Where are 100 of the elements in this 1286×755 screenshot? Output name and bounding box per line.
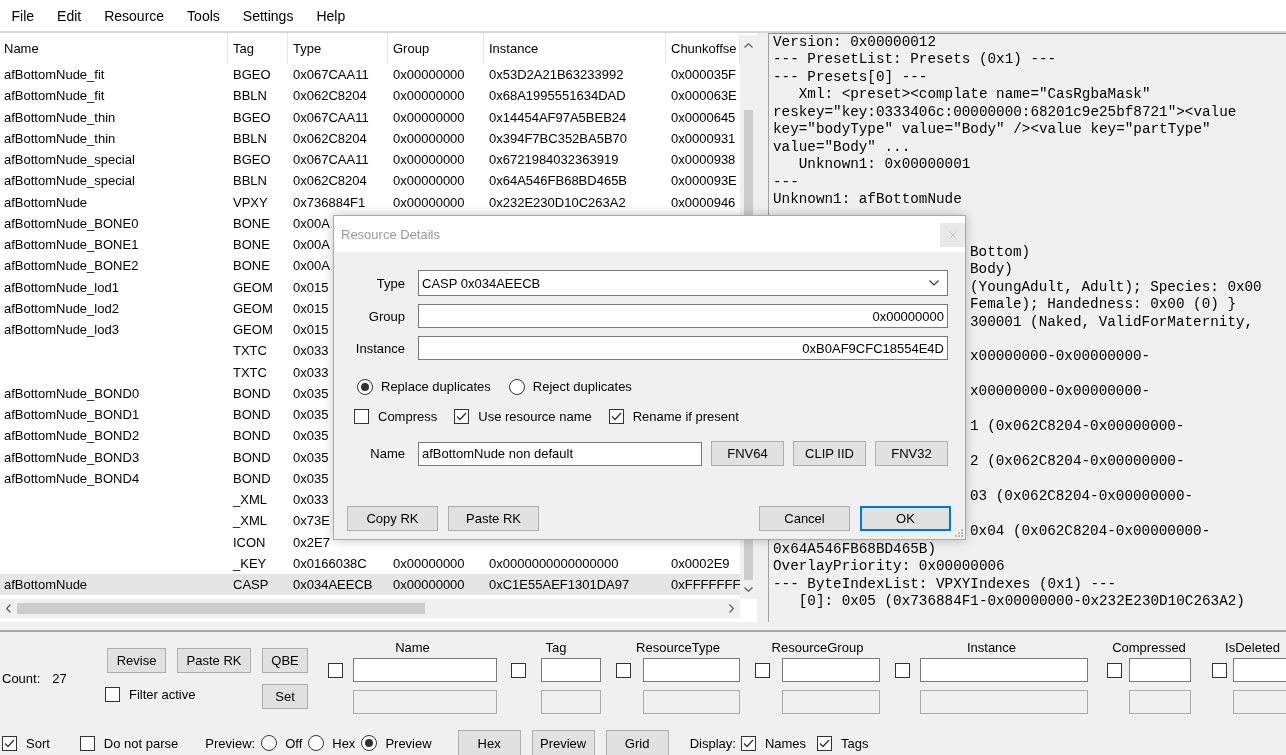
table-row[interactable]: afBottomNude_BONE2 BONE 0x00A [0, 255, 330, 277]
table-row[interactable]: _XML 0x73E [0, 510, 330, 532]
table-row[interactable]: afBottomNude_BOND4 BOND 0x035 [0, 467, 329, 489]
column-header[interactable]: Type [288, 33, 388, 64]
caret-icon[interactable] [929, 280, 939, 286]
table-cell: BOND [233, 385, 271, 401]
table-row[interactable]: _XML 0x033 [0, 489, 329, 511]
column-header[interactable]: Group [388, 33, 484, 64]
dialog-button[interactable]: Cancel [759, 506, 850, 531]
table-row[interactable]: TXTC 0x033 [0, 340, 329, 362]
view-button[interactable]: Preview [531, 730, 595, 755]
checkbox[interactable] [1212, 662, 1227, 678]
view-button[interactable]: Grid [605, 730, 669, 755]
filter-button[interactable]: Paste RK [177, 648, 251, 673]
text-field[interactable]: 0x00000000 [418, 304, 948, 328]
table-row[interactable]: afBottomNude_fit BBLN 0x062C8204 0x00000000 0x68A1995551634DAD 0x000063E [0, 85, 737, 107]
table-row[interactable]: afBottomNude_thin BGEO 0x067CAA11 0x00000000 0x14454AF97A5BEB24 0x0000645 [0, 106, 736, 128]
text-field[interactable]: 0xB0AF9CFC18554E4D [418, 336, 948, 360]
menu-item[interactable]: Settings [231, 5, 305, 26]
filter-field[interactable] [782, 658, 880, 682]
dialog-button[interactable]: Paste RK [448, 506, 539, 531]
menu-item[interactable]: File [0, 5, 46, 26]
column-header[interactable]: Name [0, 33, 228, 64]
chevron-right-icon[interactable] [729, 604, 734, 613]
table-cell: afBottomNude_BONE1 [4, 237, 139, 253]
menu-item[interactable]: Tools [175, 5, 232, 26]
checkbox[interactable] [895, 662, 910, 678]
hash-button[interactable]: FNV64 [711, 441, 784, 466]
column-header[interactable]: Instance [484, 33, 666, 64]
filter-field[interactable] [920, 658, 1088, 682]
menu-item[interactable]: Help [304, 5, 357, 26]
checkbox[interactable] [2, 735, 17, 751]
checkbox[interactable] [817, 735, 833, 751]
table-row[interactable]: afBottomNude_lod1 GEOM 0x015 [0, 276, 329, 298]
table-row[interactable]: afBottomNude_BOND3 BOND 0x035 [0, 446, 329, 468]
table-row[interactable]: afBottomNude_lod2 GEOM 0x015 [0, 297, 329, 319]
name-field[interactable]: afBottomNude non default [418, 441, 702, 466]
radio-button[interactable] [308, 735, 325, 751]
hash-button[interactable]: CLIP IID [793, 441, 866, 466]
chevron-up-icon[interactable] [744, 43, 753, 48]
dialog-button[interactable]: Copy RK [347, 506, 438, 531]
table-cell: 0x00A [293, 237, 330, 253]
table-row[interactable]: afBottomNude_special BGEO 0x067CAA11 0x00000000 0x6721984032363919 0x0000938 [0, 149, 736, 171]
radio-button[interactable] [508, 378, 525, 395]
filter-field[interactable] [541, 658, 601, 682]
radio-button[interactable] [361, 735, 378, 751]
filter-field[interactable] [643, 658, 740, 682]
column-header[interactable]: Tag [228, 33, 288, 64]
checkbox[interactable] [354, 409, 369, 424]
radio-button[interactable] [357, 378, 373, 395]
table-row[interactable]: TXTC 0x033 [0, 361, 329, 383]
checkbox[interactable] [1107, 662, 1122, 678]
filter-button[interactable]: QBE [262, 648, 308, 673]
menu-item[interactable]: Edit [45, 5, 93, 26]
chevron-left-icon[interactable] [6, 604, 11, 613]
table-cell: GEOM [233, 300, 273, 316]
detail-text-line: --- Presets[0] --- [773, 68, 928, 87]
table-row[interactable]: afBottomNude_BONE1 BONE 0x00A [0, 234, 330, 256]
table-row[interactable]: _KEY 0x0166038C 0x00000000 0x0000000000000000 0x0002E9 [0, 552, 730, 574]
table-row[interactable]: afBottomNude_fit BGEO 0x067CAA11 0x00000000 0x53D2A21B63233992 0x000035F [0, 64, 737, 86]
table-row[interactable]: afBottomNude VPXY 0x736884F1 0x00000000 0x232E230D10C263A2 0x0000946 [0, 191, 736, 213]
checkbox[interactable] [740, 735, 756, 751]
filter-field[interactable] [1129, 658, 1191, 682]
menu-item[interactable]: Resource [92, 5, 176, 26]
chevron-down-icon[interactable] [744, 587, 753, 592]
table-cell: 0x00A [293, 215, 330, 231]
checkbox[interactable] [755, 662, 770, 678]
table-row[interactable]: afBottomNude_special BBLN 0x062C8204 0x00000000 0x64A546FB68BD465B 0x000093E [0, 170, 737, 192]
checkbox[interactable] [454, 409, 470, 424]
dialog-button[interactable]: OK [860, 506, 951, 531]
checkbox[interactable] [79, 735, 95, 751]
table-row[interactable]: afBottomNude_thin BBLN 0x062C8204 0x00000000 0x394F7BC352BA5B70 0x0000931 [0, 127, 736, 149]
filter-field[interactable] [1233, 658, 1286, 682]
checkbox-label: Tags [841, 735, 869, 751]
filter-field[interactable] [353, 658, 497, 682]
checkbox[interactable] [105, 687, 120, 702]
table-row[interactable]: afBottomNude CASP 0x034AEECB 0x00000000 0xC1E55AEF1301DA97 0xFFFFFFF [0, 574, 740, 596]
hash-button[interactable]: FNV32 [875, 441, 948, 466]
table-row[interactable]: afBottomNude_BOND0 BOND 0x035 [0, 382, 329, 404]
horizontal-scrollbar[interactable] [0, 599, 740, 618]
set-button[interactable]: Set [262, 684, 308, 709]
table-row[interactable]: ICON 0x2E7 [0, 531, 330, 553]
table-cell: BBLN [233, 173, 267, 189]
table-cell: ICON [233, 534, 266, 550]
filter-button[interactable]: Revise [107, 648, 166, 673]
table-cell: BOND [233, 407, 271, 423]
view-button[interactable]: Hex [457, 730, 521, 755]
table-cell: CASP [233, 577, 269, 593]
checkbox[interactable] [608, 409, 624, 424]
resize-grip-icon[interactable] [954, 528, 963, 537]
combobox[interactable]: CASP 0x034AEECB [418, 270, 948, 296]
scrollbar-thumb[interactable] [17, 603, 425, 614]
checkbox[interactable] [511, 662, 526, 678]
radio-button[interactable] [261, 735, 278, 751]
table-row[interactable]: afBottomNude_BOND2 BOND 0x035 [0, 425, 329, 447]
table-row[interactable]: afBottomNude_BOND1 BOND 0x035 [0, 404, 329, 426]
checkbox[interactable] [328, 662, 343, 678]
table-row[interactable]: afBottomNude_lod3 GEOM 0x015 [0, 319, 329, 341]
checkbox[interactable] [616, 662, 631, 678]
table-row[interactable]: afBottomNude_BONE0 BONE 0x00A [0, 212, 330, 234]
